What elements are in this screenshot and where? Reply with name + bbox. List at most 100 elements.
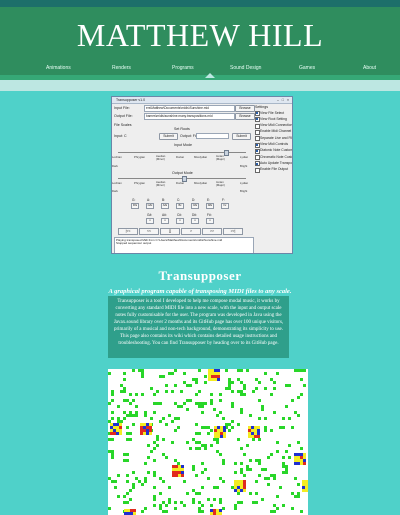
output-root-field[interactable] [196, 133, 229, 139]
grid-cell [255, 501, 258, 504]
grid-cell [255, 480, 258, 483]
grid-cell [108, 372, 111, 375]
note-f-selector[interactable]: F▾ [221, 203, 229, 209]
nav-item-renders[interactable]: Renders [112, 65, 131, 71]
grid-cell [153, 471, 156, 474]
grid-cell [119, 432, 122, 435]
grid-cell [174, 369, 177, 372]
grid-cell [204, 468, 207, 471]
grid-cell [141, 483, 144, 486]
grid-cell [288, 417, 291, 420]
grid-cell [264, 429, 267, 432]
grid-cell [132, 471, 135, 474]
grid-cell [270, 429, 273, 432]
grid-cell [135, 393, 138, 396]
skip-end-button[interactable]: >>| [223, 228, 243, 235]
grid-cell [222, 417, 225, 420]
grid-cell [126, 438, 129, 441]
settings-option-label: Chromatic Note Customization [260, 154, 292, 159]
grid-cell [181, 474, 184, 477]
grid-cell [186, 441, 189, 444]
fast-forward-button[interactable]: >> [202, 228, 222, 235]
note-fs-selector[interactable]: ▾ [206, 218, 214, 224]
grid-cell [149, 432, 152, 435]
nav-item-programs[interactable]: Programs [172, 65, 194, 71]
settings-option-label: Diatonic Note Customization [260, 148, 293, 153]
output-mode-slider[interactable] [118, 176, 246, 182]
grid-cell [141, 393, 144, 396]
grid-cell [129, 489, 132, 492]
grid-cell [153, 411, 156, 414]
grid-cell [198, 501, 201, 504]
grid-cell [171, 441, 174, 444]
rewind-button[interactable]: << [139, 228, 159, 235]
grid-cell [153, 459, 156, 462]
nav-item-sound-design[interactable]: Sound Design [230, 65, 261, 71]
grid-cell [111, 399, 114, 402]
note-d-selector[interactable]: C#▾ [191, 203, 199, 209]
grid-cell [198, 369, 201, 372]
grid-cell [195, 381, 198, 384]
note-g-selector[interactable]: F#▾ [131, 203, 139, 209]
grid-cell [294, 411, 297, 414]
input-file-field[interactable]: ers\Matthew\Documents\midis\Sunshine.mid [144, 105, 235, 112]
main-nav: Animations Renders Programs Sound Design… [0, 62, 400, 75]
nav-item-animations[interactable]: Animations [46, 65, 71, 71]
transposition-visualization [108, 369, 308, 515]
grid-cell [219, 453, 222, 456]
grid-cell [297, 414, 300, 417]
grid-cell [297, 441, 300, 444]
grid-cell [252, 438, 255, 441]
site-title[interactable]: MATTHEW HILL [0, 17, 400, 54]
grid-cell [234, 471, 237, 474]
grid-cell [276, 507, 279, 510]
note-cs-selector[interactable]: ▾ [176, 218, 184, 224]
output-browse-button[interactable]: Browse [235, 113, 255, 120]
grid-cell [219, 501, 222, 504]
grid-cell [231, 420, 234, 423]
grid-cell [213, 498, 216, 501]
note-a-selector[interactable]: G#▾ [146, 203, 154, 209]
output-root-submit[interactable]: Submit [232, 133, 251, 140]
grid-cell [159, 420, 162, 423]
grid-cell [159, 492, 162, 495]
grid-cell [273, 477, 276, 480]
input-root-submit[interactable]: Submit [159, 133, 178, 140]
note-c-selector[interactable]: B▾ [176, 203, 184, 209]
grid-cell [111, 456, 114, 459]
grid-cell [285, 471, 288, 474]
grid-cell [180, 501, 183, 504]
note-gs-selector[interactable]: ▾ [146, 218, 154, 224]
note-ds-selector[interactable]: ▾ [191, 218, 199, 224]
play-button[interactable]: > [181, 228, 201, 235]
nav-item-about[interactable]: About [363, 65, 376, 71]
grid-cell [258, 459, 261, 462]
grid-cell [270, 453, 273, 456]
top-accent-bar [0, 0, 400, 7]
input-mode-slider[interactable] [118, 150, 246, 156]
grid-cell [123, 459, 126, 462]
grid-cell [255, 387, 258, 390]
output-mode-label: Output Mode [172, 171, 193, 175]
grid-cell [117, 495, 120, 498]
note-e-selector[interactable]: D#▾ [206, 203, 214, 209]
grid-cell [297, 396, 300, 399]
output-file-field[interactable]: bames\midis\sunshine.many.transpositions… [144, 113, 235, 120]
grid-cell [129, 432, 132, 435]
grid-cell [183, 504, 186, 507]
input-browse-button[interactable]: Browse [235, 105, 255, 112]
grid-cell [177, 417, 180, 420]
grid-cell [285, 405, 288, 408]
grid-cell [111, 417, 114, 420]
grid-cell [156, 438, 159, 441]
grid-cell [300, 447, 303, 450]
grid-cell [249, 459, 252, 462]
note-b-selector[interactable]: A#▾ [161, 203, 169, 209]
nav-item-games[interactable]: Games [299, 65, 315, 71]
output-root-label: Output: F# [180, 134, 197, 138]
skip-start-button[interactable]: |<< [118, 228, 138, 235]
stop-button[interactable]: [] [160, 228, 180, 235]
note-as-selector[interactable]: ▾ [161, 218, 169, 224]
grid-cell [279, 426, 282, 429]
grid-cell [165, 423, 168, 426]
